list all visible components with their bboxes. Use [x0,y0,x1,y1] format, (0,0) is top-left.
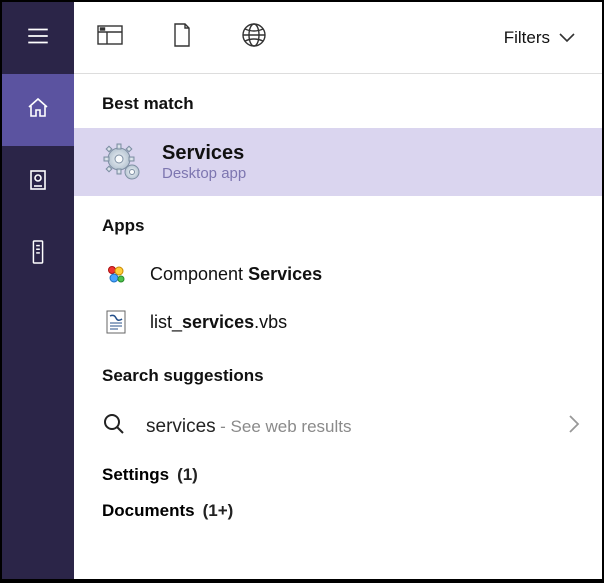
documents-scope-button[interactable] [146,2,218,74]
web-suggestion-row[interactable]: services - See web results [74,400,602,453]
chevron-right-icon [566,413,582,440]
home-nav-button[interactable] [2,74,74,146]
apps-scope-button[interactable] [74,2,146,74]
app-label: list_services.vbs [150,312,287,333]
group-count: (1) [177,465,198,485]
toolbar-scope-icons [74,2,290,74]
hamburger-menu-button[interactable] [2,2,74,74]
best-match-subtitle: Desktop app [162,165,246,182]
remote-icon [27,239,49,270]
remote-nav-button[interactable] [2,218,74,290]
results-content: Best match [74,74,602,579]
group-name: Documents [102,501,195,521]
settings-group-row[interactable]: Settings (1) [74,453,602,489]
search-icon [102,412,126,441]
suggestion-text: services - See web results [146,416,351,438]
web-scope-button[interactable] [218,2,290,74]
best-match-result[interactable]: Services Desktop app [74,128,602,196]
main-panel: Filters Best match [74,2,602,579]
start-menu-search-panel: Filters Best match [2,2,602,579]
suggestion-hint: - See web results [220,417,351,436]
documents-nav-button[interactable] [2,146,74,218]
home-icon [26,96,50,125]
chevron-down-icon [558,28,576,48]
group-name: Settings [102,465,169,485]
group-count: (1+) [203,501,234,521]
web-icon [241,22,267,53]
documents-icon [26,168,50,197]
best-match-header: Best match [74,74,602,128]
hamburger-menu-icon [25,23,51,54]
toolbar: Filters [74,2,602,74]
best-match-text: Services Desktop app [162,142,246,182]
app-label: Component Services [150,264,322,285]
app-result-component-services[interactable]: Component Services [74,250,602,298]
script-file-icon [102,308,130,336]
filters-label: Filters [504,28,550,48]
apps-header: Apps [74,196,602,250]
gear-services-icon [102,142,142,182]
apps-view-icon [97,24,123,51]
best-match-title: Services [162,142,246,165]
sidebar [2,2,74,579]
suggestion-query: services [146,416,216,437]
documents-group-row[interactable]: Documents (1+) [74,489,602,525]
app-result-list-services-vbs[interactable]: list_services.vbs [74,298,602,346]
document-icon [171,22,193,53]
search-suggestions-header: Search suggestions [74,346,602,400]
component-services-icon [102,260,130,288]
filters-button[interactable]: Filters [496,22,584,54]
